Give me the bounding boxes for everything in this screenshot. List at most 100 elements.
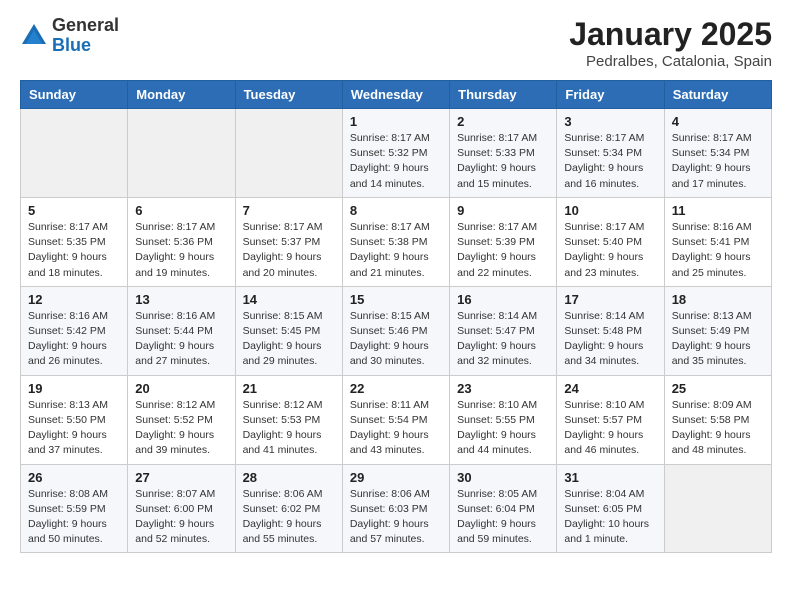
- week-row-3: 12Sunrise: 8:16 AMSunset: 5:42 PMDayligh…: [21, 286, 772, 375]
- header: General Blue January 2025 Pedralbes, Cat…: [20, 16, 772, 70]
- day-info: Sunrise: 8:12 AMSunset: 5:52 PMDaylight:…: [135, 398, 227, 459]
- day-info: Sunrise: 8:04 AMSunset: 6:05 PMDaylight:…: [564, 487, 656, 548]
- day-number: 25: [672, 381, 764, 396]
- weekday-header-row: SundayMondayTuesdayWednesdayThursdayFrid…: [21, 81, 772, 109]
- day-number: 13: [135, 292, 227, 307]
- calendar-cell: 4Sunrise: 8:17 AMSunset: 5:34 PMDaylight…: [664, 109, 771, 198]
- day-number: 30: [457, 470, 549, 485]
- day-info: Sunrise: 8:15 AMSunset: 5:46 PMDaylight:…: [350, 309, 442, 370]
- day-info: Sunrise: 8:17 AMSunset: 5:34 PMDaylight:…: [564, 131, 656, 192]
- weekday-header-monday: Monday: [128, 81, 235, 109]
- calendar-cell: [664, 464, 771, 553]
- day-number: 21: [243, 381, 335, 396]
- calendar-cell: 14 Sunrise: 8:15 AMSunset: 5:45 PMDayligh…: [235, 286, 342, 375]
- calendar-cell: 2 Sunrise: 8:17 AMSunset: 5:33 PMDaylight…: [450, 109, 557, 198]
- day-number: 5: [28, 203, 120, 218]
- day-number: 10: [564, 203, 656, 218]
- calendar-cell: 22Sunrise: 8:11 AMSunset: 5:54 PMDayligh…: [342, 375, 449, 464]
- day-number: 17: [564, 292, 656, 307]
- day-number: 2: [457, 114, 549, 129]
- day-info: Sunrise: 8:17 AMSunset: 5:34 PMDaylight:…: [672, 131, 764, 192]
- day-number: 31: [564, 470, 656, 485]
- page: General Blue January 2025 Pedralbes, Cat…: [0, 0, 792, 569]
- calendar-cell: 26 Sunrise: 8:08 AMSunset: 5:59 PMDayligh…: [21, 464, 128, 553]
- calendar-cell: 15 Sunrise: 8:15 AMSunset: 5:46 PMDayligh…: [342, 286, 449, 375]
- day-number: 27: [135, 470, 227, 485]
- calendar-cell: 30 Sunrise: 8:05 AMSunset: 6:04 PMDayligh…: [450, 464, 557, 553]
- day-number: 14: [243, 292, 335, 307]
- day-info: Sunrise: 8:17 AMSunset: 5:33 PMDaylight:…: [457, 131, 549, 192]
- calendar-cell: 27 Sunrise: 8:07 AMSunset: 6:00 PMDayligh…: [128, 464, 235, 553]
- weekday-header-friday: Friday: [557, 81, 664, 109]
- day-info: Sunrise: 8:13 AMSunset: 5:50 PMDaylight:…: [28, 398, 120, 459]
- calendar-cell: 16 Sunrise: 8:14 AMSunset: 5:47 PMDayligh…: [450, 286, 557, 375]
- day-number: 16: [457, 292, 549, 307]
- calendar-cell: 5Sunrise: 8:17 AMSunset: 5:35 PMDaylight…: [21, 197, 128, 286]
- day-info: Sunrise: 8:16 AMSunset: 5:44 PMDaylight:…: [135, 309, 227, 370]
- calendar-cell: 8 Sunrise: 8:17 AMSunset: 5:38 PMDaylight…: [342, 197, 449, 286]
- calendar-cell: 25Sunrise: 8:09 AMSunset: 5:58 PMDayligh…: [664, 375, 771, 464]
- weekday-header-sunday: Sunday: [21, 81, 128, 109]
- week-row-1: 1 Sunrise: 8:17 AMSunset: 5:32 PMDaylight…: [21, 109, 772, 198]
- day-info: Sunrise: 8:17 AMSunset: 5:37 PMDaylight:…: [243, 220, 335, 281]
- calendar-cell: [21, 109, 128, 198]
- title-section: January 2025 Pedralbes, Catalonia, Spain: [569, 16, 772, 70]
- day-number: 9: [457, 203, 549, 218]
- calendar-cell: 6Sunrise: 8:17 AMSunset: 5:36 PMDaylight…: [128, 197, 235, 286]
- weekday-header-saturday: Saturday: [664, 81, 771, 109]
- day-number: 7: [243, 203, 335, 218]
- weekday-header-thursday: Thursday: [450, 81, 557, 109]
- calendar: SundayMondayTuesdayWednesdayThursdayFrid…: [20, 80, 772, 553]
- day-info: Sunrise: 8:14 AMSunset: 5:48 PMDaylight:…: [564, 309, 656, 370]
- logo-icon: [20, 22, 48, 50]
- day-number: 23: [457, 381, 549, 396]
- calendar-cell: 10Sunrise: 8:17 AMSunset: 5:40 PMDayligh…: [557, 197, 664, 286]
- calendar-cell: 20Sunrise: 8:12 AMSunset: 5:52 PMDayligh…: [128, 375, 235, 464]
- day-info: Sunrise: 8:12 AMSunset: 5:53 PMDaylight:…: [243, 398, 335, 459]
- calendar-cell: 29 Sunrise: 8:06 AMSunset: 6:03 PMDayligh…: [342, 464, 449, 553]
- day-number: 26: [28, 470, 120, 485]
- calendar-cell: 18Sunrise: 8:13 AMSunset: 5:49 PMDayligh…: [664, 286, 771, 375]
- calendar-cell: [235, 109, 342, 198]
- logo-text: General Blue: [52, 16, 119, 56]
- day-info: Sunrise: 8:17 AMSunset: 5:32 PMDaylight:…: [350, 131, 442, 192]
- day-info: Sunrise: 8:06 AMSunset: 6:02 PMDaylight:…: [243, 487, 335, 548]
- day-number: 3: [564, 114, 656, 129]
- calendar-cell: 13 Sunrise: 8:16 AMSunset: 5:44 PMDayligh…: [128, 286, 235, 375]
- day-info: Sunrise: 8:17 AMSunset: 5:39 PMDaylight:…: [457, 220, 549, 281]
- calendar-cell: 24 Sunrise: 8:10 AMSunset: 5:57 PMDayligh…: [557, 375, 664, 464]
- day-number: 15: [350, 292, 442, 307]
- day-number: 29: [350, 470, 442, 485]
- week-row-5: 26 Sunrise: 8:08 AMSunset: 5:59 PMDayligh…: [21, 464, 772, 553]
- weekday-header-wednesday: Wednesday: [342, 81, 449, 109]
- calendar-cell: 19 Sunrise: 8:13 AMSunset: 5:50 PMDayligh…: [21, 375, 128, 464]
- day-info: Sunrise: 8:15 AMSunset: 5:45 PMDaylight:…: [243, 309, 335, 370]
- calendar-cell: [128, 109, 235, 198]
- calendar-cell: 9 Sunrise: 8:17 AMSunset: 5:39 PMDaylight…: [450, 197, 557, 286]
- day-info: Sunrise: 8:05 AMSunset: 6:04 PMDaylight:…: [457, 487, 549, 548]
- day-number: 1: [350, 114, 442, 129]
- calendar-cell: 28Sunrise: 8:06 AMSunset: 6:02 PMDayligh…: [235, 464, 342, 553]
- day-info: Sunrise: 8:13 AMSunset: 5:49 PMDaylight:…: [672, 309, 764, 370]
- month-title: January 2025: [569, 16, 772, 53]
- logo-blue: Blue: [52, 36, 119, 56]
- day-number: 8: [350, 203, 442, 218]
- location: Pedralbes, Catalonia, Spain: [569, 53, 772, 70]
- day-info: Sunrise: 8:11 AMSunset: 5:54 PMDaylight:…: [350, 398, 442, 459]
- day-info: Sunrise: 8:08 AMSunset: 5:59 PMDaylight:…: [28, 487, 120, 548]
- day-info: Sunrise: 8:06 AMSunset: 6:03 PMDaylight:…: [350, 487, 442, 548]
- calendar-cell: 1 Sunrise: 8:17 AMSunset: 5:32 PMDaylight…: [342, 109, 449, 198]
- calendar-cell: 7 Sunrise: 8:17 AMSunset: 5:37 PMDaylight…: [235, 197, 342, 286]
- day-info: Sunrise: 8:14 AMSunset: 5:47 PMDaylight:…: [457, 309, 549, 370]
- day-info: Sunrise: 8:07 AMSunset: 6:00 PMDaylight:…: [135, 487, 227, 548]
- calendar-cell: 17 Sunrise: 8:14 AMSunset: 5:48 PMDayligh…: [557, 286, 664, 375]
- calendar-cell: 12Sunrise: 8:16 AMSunset: 5:42 PMDayligh…: [21, 286, 128, 375]
- day-info: Sunrise: 8:10 AMSunset: 5:57 PMDaylight:…: [564, 398, 656, 459]
- calendar-cell: 11 Sunrise: 8:16 AMSunset: 5:41 PMDayligh…: [664, 197, 771, 286]
- logo: General Blue: [20, 16, 119, 56]
- day-number: 11: [672, 203, 764, 218]
- day-info: Sunrise: 8:17 AMSunset: 5:38 PMDaylight:…: [350, 220, 442, 281]
- day-number: 24: [564, 381, 656, 396]
- day-number: 19: [28, 381, 120, 396]
- day-info: Sunrise: 8:16 AMSunset: 5:41 PMDaylight:…: [672, 220, 764, 281]
